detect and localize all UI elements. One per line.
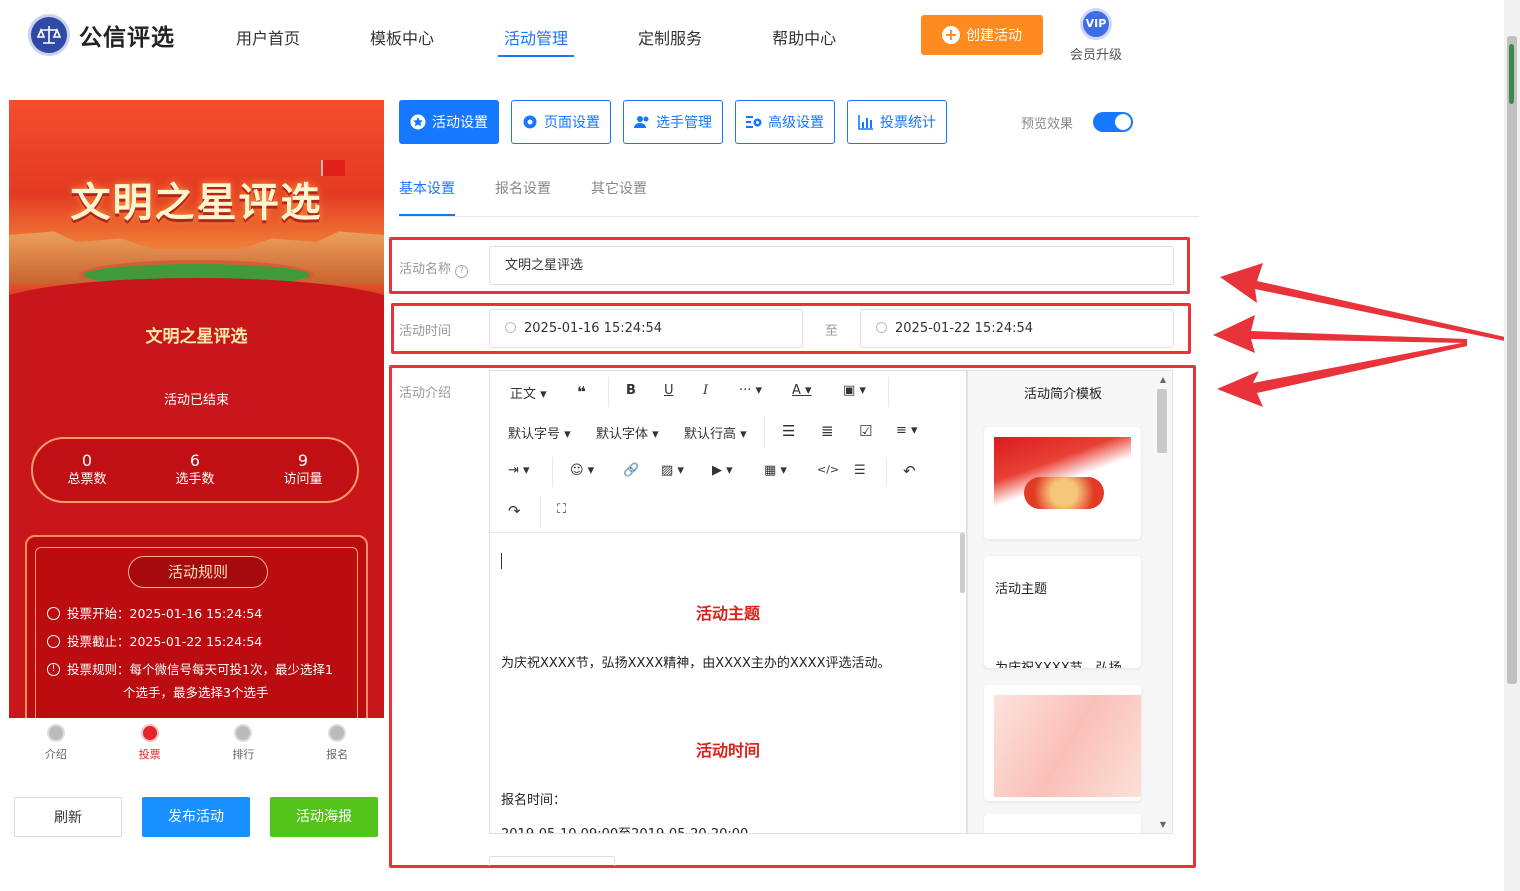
poster-button[interactable]: 活动海报 xyxy=(270,797,378,837)
nav-templates[interactable]: 模板中心 xyxy=(370,25,434,57)
page-settings-button[interactable]: 页面设置 xyxy=(511,100,611,144)
preview-effect-toggle: 预览效果 xyxy=(1021,112,1134,132)
vote-icon xyxy=(140,724,159,742)
rule-start-text: 投票开始：2025-01-16 15:24:54 xyxy=(67,606,263,621)
rule-policy-text-cont: 个选手，最多选择3个选手 xyxy=(123,685,269,700)
subtab-basic[interactable]: 基本设置 xyxy=(399,178,455,216)
page-scrollbar-marker xyxy=(1509,44,1514,104)
publish-button[interactable]: 发布活动 xyxy=(142,797,250,837)
stat-label: 访问量 xyxy=(283,472,323,487)
button-label: 选手管理 xyxy=(656,115,712,131)
stat-label: 总票数 xyxy=(67,472,107,487)
button-label: 页面设置 xyxy=(544,115,600,131)
subtab-signup[interactable]: 报名设置 xyxy=(495,178,551,216)
nav-home[interactable]: 用户首页 xyxy=(236,25,300,57)
create-activity-button[interactable]: + 创建活动 xyxy=(921,15,1043,55)
partial-field[interactable] xyxy=(489,856,615,866)
rule-policy-text: 投票规则：每个微信号每天可投1次，最少选择1 xyxy=(67,662,333,677)
arrow-to-name xyxy=(1220,263,1505,341)
tab-label: 投票 xyxy=(138,748,161,761)
rules-box: 活动规则 投票开始：2025-01-16 15:24:54 投票截止：2025-… xyxy=(25,535,368,718)
star-circle-icon xyxy=(410,114,426,130)
highlight-box-name xyxy=(389,237,1190,294)
tab-signup[interactable]: 报名 xyxy=(290,718,384,768)
refresh-button[interactable]: 刷新 xyxy=(14,797,122,837)
vip-badge-icon: VIP xyxy=(1080,8,1112,40)
annotation-arrows xyxy=(1213,263,1505,407)
nav-custom-service[interactable]: 定制服务 xyxy=(638,25,702,57)
create-activity-label: 创建活动 xyxy=(966,28,1022,44)
ranking-icon xyxy=(234,724,253,742)
plus-circle-icon: + xyxy=(942,26,960,44)
tab-ranking[interactable]: 排行 xyxy=(197,718,291,768)
rule-end: 投票截止：2025-01-22 15:24:54 xyxy=(47,631,262,653)
rule-start: 投票开始：2025-01-16 15:24:54 xyxy=(47,603,262,625)
vote-statistics-button[interactable]: 投票统计 xyxy=(847,100,947,144)
intro-icon xyxy=(46,724,65,742)
stat-contestants: 6 选手数 xyxy=(150,451,240,489)
preview-effect-label: 预览效果 xyxy=(1021,116,1074,132)
stat-visits: 9 访问量 xyxy=(258,451,348,489)
nav-activity-management[interactable]: 活动管理 xyxy=(498,25,575,57)
rule-policy: ! 投票规则：每个微信号每天可投1次，最少选择1 xyxy=(47,659,333,681)
preview-banner: 文明之星评选 xyxy=(9,100,384,338)
advanced-settings-button[interactable]: 高级设置 xyxy=(735,100,835,144)
tab-label: 排行 xyxy=(232,748,255,761)
clock-icon xyxy=(47,607,60,620)
nav-help-center[interactable]: 帮助中心 xyxy=(772,25,836,57)
highlight-box-time xyxy=(391,303,1191,354)
preview-stats: 0 总票数 6 选手数 9 访问量 xyxy=(31,437,359,503)
subtab-other[interactable]: 其它设置 xyxy=(591,178,647,216)
settings-list-icon xyxy=(746,116,762,128)
stat-value: 9 xyxy=(297,451,309,470)
brand-name: 公信评选 xyxy=(79,25,175,51)
brand-logo[interactable]: 公信评选 xyxy=(28,14,175,56)
preview-activity-title: 文明之星评选 xyxy=(145,327,248,347)
preview-effect-switch[interactable] xyxy=(1093,112,1134,132)
page-scrollbar-thumb[interactable] xyxy=(1507,36,1517,684)
stat-label: 选手数 xyxy=(175,472,215,487)
activity-settings-button[interactable]: 活动设置 xyxy=(399,100,499,144)
stat-value: 0 xyxy=(81,451,93,470)
tab-vote[interactable]: 投票 xyxy=(103,718,197,768)
bar-chart-icon xyxy=(858,115,873,130)
stat-total-votes: 0 总票数 xyxy=(42,451,132,489)
button-label: 高级设置 xyxy=(768,115,824,131)
signup-icon xyxy=(328,724,347,742)
users-icon xyxy=(634,116,649,128)
contestant-management-button[interactable]: 选手管理 xyxy=(623,100,723,144)
tab-intro[interactable]: 介绍 xyxy=(9,718,103,768)
scales-logo-icon xyxy=(28,14,70,56)
info-icon: ! xyxy=(47,663,60,676)
settings-toolbar: 活动设置 页面设置 选手管理 高级设置 投票统计 xyxy=(399,100,959,144)
rules-title: 活动规则 xyxy=(128,556,268,588)
vip-label: 会员升级 xyxy=(1069,48,1122,63)
settings-subtabs: 基本设置 报名设置 其它设置 xyxy=(399,178,1199,217)
rule-policy-cont: 个选手，最多选择3个选手 xyxy=(123,682,268,704)
highlight-box-intro xyxy=(389,365,1196,868)
button-label: 投票统计 xyxy=(880,115,936,131)
stat-value: 6 xyxy=(189,451,201,470)
main-nav: 用户首页 模板中心 活动管理 定制服务 帮助中心 xyxy=(236,25,906,57)
button-label: 活动设置 xyxy=(432,115,488,131)
mobile-preview: 文明之星评选 文明之星评选 活动已结束 0 总票数 6 选手数 9 访问量 活动… xyxy=(9,100,384,718)
page-scrollbar[interactable] xyxy=(1504,0,1520,891)
preview-tabbar: 介绍 投票 排行 报名 xyxy=(9,718,384,768)
rule-end-text: 投票截止：2025-01-22 15:24:54 xyxy=(67,634,263,649)
clock-icon xyxy=(47,635,60,648)
tab-label: 报名 xyxy=(326,748,349,761)
vip-upgrade[interactable]: VIP 会员升级 xyxy=(1066,8,1126,63)
gear-icon xyxy=(523,115,537,129)
preview-actions: 刷新 发布活动 活动海报 xyxy=(14,797,398,837)
tab-label: 介绍 xyxy=(44,748,67,761)
banner-title: 文明之星评选 xyxy=(70,180,323,226)
preview-status: 活动已结束 xyxy=(163,393,229,408)
